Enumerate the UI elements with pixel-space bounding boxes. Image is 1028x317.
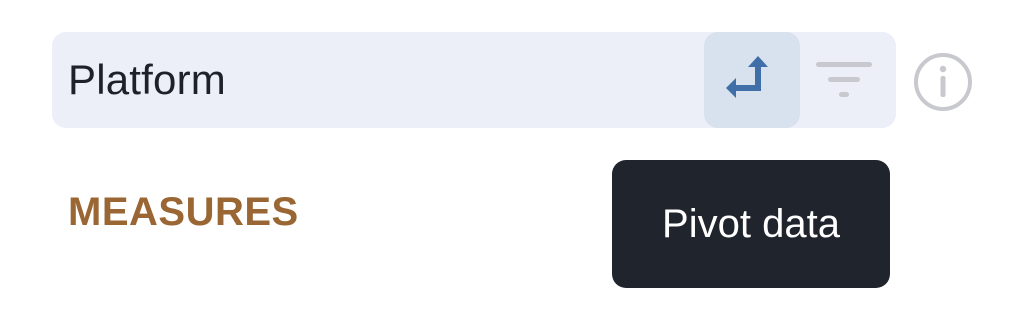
pivot-arrow-icon xyxy=(726,56,768,98)
info-icon[interactable] xyxy=(912,51,974,113)
pivot-tooltip: Pivot data xyxy=(612,160,890,288)
dimension-label: Platform xyxy=(68,56,226,103)
filter-button[interactable] xyxy=(808,50,880,110)
dimension-bar: Platform xyxy=(52,32,896,128)
pivot-button[interactable] xyxy=(704,32,800,128)
filter-icon xyxy=(816,62,872,97)
measures-heading: MEASURES xyxy=(68,190,299,234)
